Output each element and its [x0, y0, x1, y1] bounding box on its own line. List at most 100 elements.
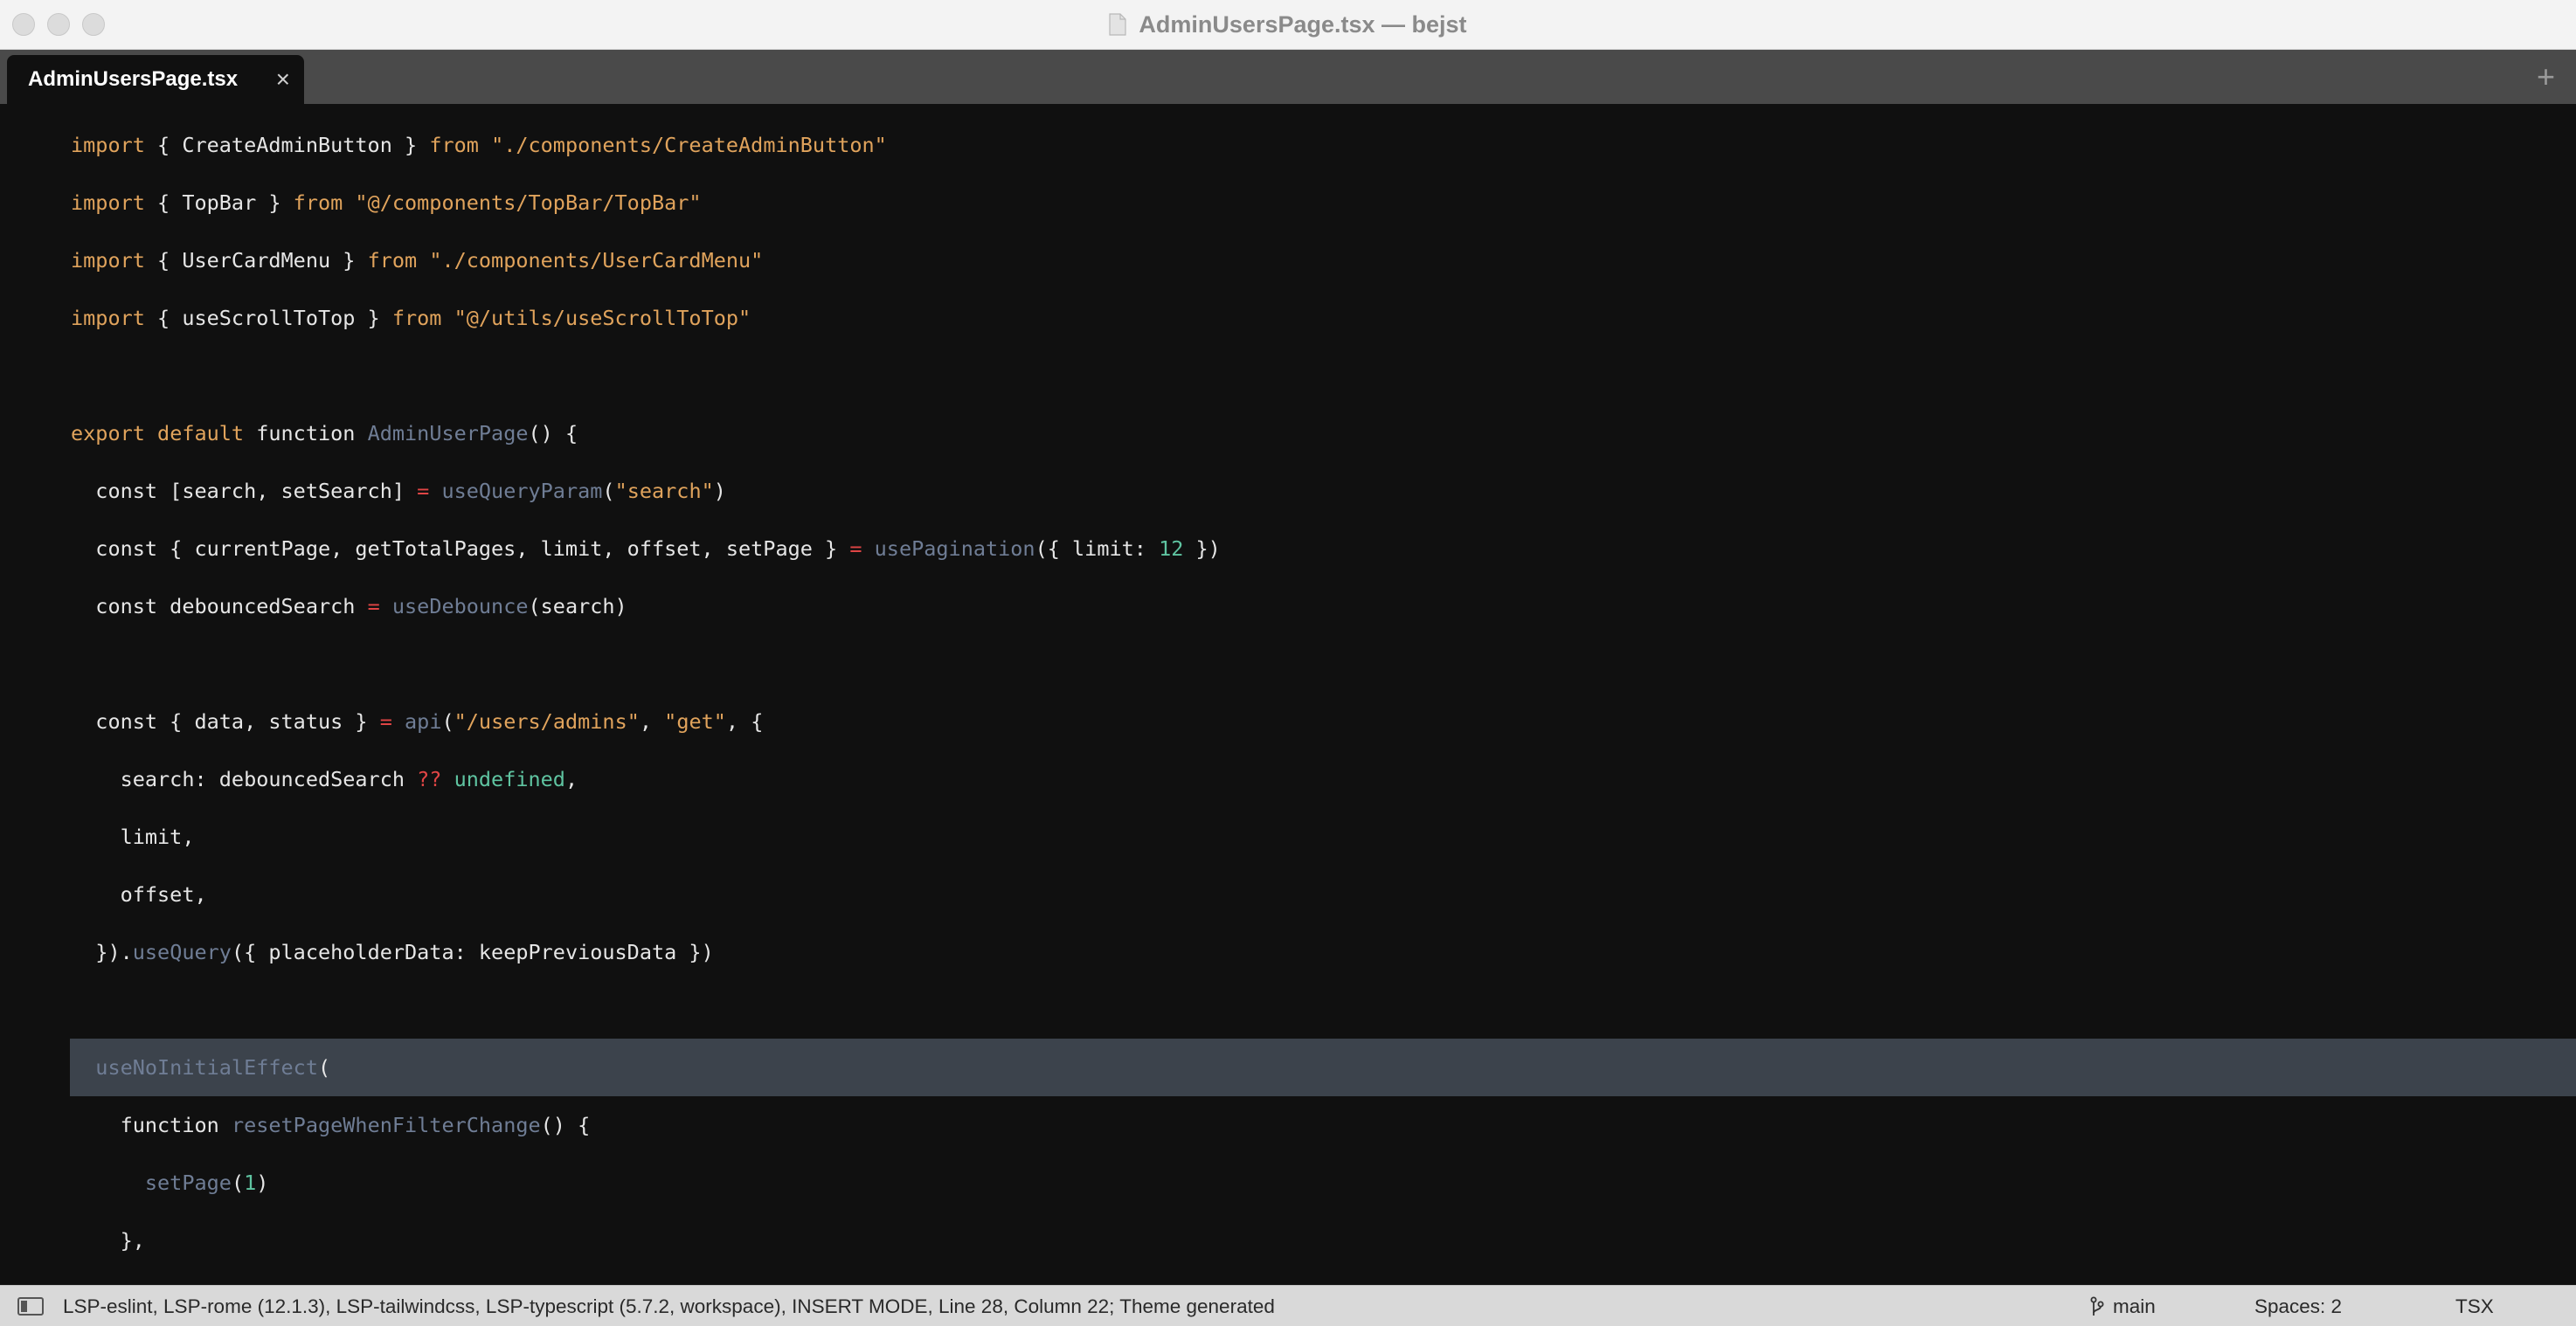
code-token: { UserCardMenu }: [144, 248, 368, 273]
code-line[interactable]: setPage(1): [0, 1154, 2576, 1212]
code-line[interactable]: [search, status]: [0, 1269, 2576, 1285]
code-token: (: [602, 479, 615, 503]
code-token: ,: [639, 709, 665, 734]
code-line[interactable]: }).useQuery({ placeholderData: keepPrevi…: [0, 923, 2576, 981]
code-token: undefined: [454, 767, 565, 791]
code-line-text: const { currentPage, getTotalPages, limi…: [71, 520, 1221, 577]
code-line-text: const { data, status } = api("/users/adm…: [71, 693, 763, 750]
code-line-text: limit,: [71, 808, 195, 866]
code-line[interactable]: const debouncedSearch = useDebounce(sear…: [0, 577, 2576, 635]
code-line[interactable]: import { TopBar } from "@/components/Top…: [0, 174, 2576, 231]
code-token: "@/utils/useScrollToTop": [454, 306, 751, 330]
code-line-text: }).useQuery({ placeholderData: keepPrevi…: [71, 923, 714, 981]
code-token: const { currentPage, getTotalPages, limi…: [71, 536, 850, 561]
code-token: import: [71, 248, 145, 273]
code-token: ,: [564, 767, 578, 791]
code-line-text: search: debouncedSearch ?? undefined,: [71, 750, 578, 808]
git-branch[interactable]: main: [2090, 1286, 2156, 1326]
code-token: function: [71, 1113, 232, 1137]
code-token: { useScrollToTop }: [144, 306, 392, 330]
new-tab-icon[interactable]: +: [2537, 50, 2555, 104]
code-token: usePagination: [874, 536, 1035, 561]
indentation-setting[interactable]: Spaces: 2: [2254, 1286, 2342, 1326]
code-line[interactable]: const [search, setSearch] = useQueryPara…: [0, 462, 2576, 520]
code-token: from: [293, 190, 343, 215]
code-token: (: [231, 1171, 245, 1195]
current-line-highlight: [70, 1039, 2576, 1096]
code-token: ): [256, 1171, 269, 1195]
editor-window: AdminUsersPage.tsx — bejst AdminUsersPag…: [0, 0, 2576, 1326]
code-line[interactable]: useNoInitialEffect(: [0, 1039, 2576, 1096]
code-line[interactable]: limit,: [0, 808, 2576, 866]
code-token: 1: [244, 1171, 257, 1195]
code-line[interactable]: import { UserCardMenu } from "./componen…: [0, 231, 2576, 289]
code-token: import: [71, 190, 145, 215]
code-token: from: [391, 306, 442, 330]
code-token: from: [429, 133, 479, 157]
code-token: , {: [725, 709, 764, 734]
code-token: ({ limit:: [1035, 536, 1160, 561]
code-token: offset,: [71, 882, 207, 907]
window-title: AdminUsersPage.tsx — bejst: [1139, 10, 1467, 38]
code-token: =: [417, 479, 430, 503]
code-line[interactable]: import { useScrollToTop } from "@/utils/…: [0, 289, 2576, 347]
code-token: { TopBar }: [144, 190, 294, 215]
status-bar: LSP-eslint, LSP-rome (12.1.3), LSP-tailw…: [0, 1285, 2576, 1326]
code-line-text: const debouncedSearch = useDebounce(sear…: [71, 577, 627, 635]
code-line[interactable]: export default function AdminUserPage() …: [0, 404, 2576, 462]
close-tab-icon[interactable]: ×: [276, 55, 290, 104]
code-token: 12: [1159, 536, 1184, 561]
code-line[interactable]: import { CreateAdminButton } from "./com…: [0, 116, 2576, 174]
status-text: LSP-eslint, LSP-rome (12.1.3), LSP-tailw…: [63, 1295, 1275, 1317]
code-line[interactable]: [0, 981, 2576, 1039]
code-token: () {: [540, 1113, 591, 1137]
code-line-text: import { TopBar } from "@/components/Top…: [71, 174, 702, 231]
code-line[interactable]: const { currentPage, getTotalPages, limi…: [0, 520, 2576, 577]
code-token: import: [71, 133, 145, 157]
code-line[interactable]: const { data, status } = api("/users/adm…: [0, 693, 2576, 750]
syntax-setting[interactable]: TSX: [2455, 1286, 2494, 1326]
code-line[interactable]: offset,: [0, 866, 2576, 923]
code-token: ({ placeholderData: keepPreviousData }): [231, 940, 714, 964]
code-token: search: debouncedSearch: [71, 767, 418, 791]
code-token: =: [367, 594, 380, 618]
code-token: import: [71, 306, 145, 330]
tab-adminuserspage[interactable]: AdminUsersPage.tsx ×: [7, 55, 304, 104]
code-line[interactable]: search: debouncedSearch ?? undefined,: [0, 750, 2576, 808]
code-line-text: },: [71, 1212, 145, 1269]
branch-name: main: [2113, 1295, 2156, 1317]
code-token: const debouncedSearch: [71, 594, 368, 618]
code-token: function: [244, 421, 368, 445]
code-token: default: [157, 421, 245, 445]
title-bar: AdminUsersPage.tsx — bejst: [0, 0, 2576, 50]
file-icon: [1109, 13, 1127, 36]
code-line-text: import { UserCardMenu } from "./componen…: [71, 231, 763, 289]
code-token: { CreateAdminButton }: [144, 133, 430, 157]
code-token: "./components/UserCardMenu": [429, 248, 764, 273]
code-line[interactable]: },: [0, 1212, 2576, 1269]
code-editor[interactable]: import { CreateAdminButton } from "./com…: [0, 104, 2576, 1285]
code-line[interactable]: [0, 347, 2576, 404]
code-line-text: offset,: [71, 866, 207, 923]
branch-icon: [2090, 1296, 2104, 1316]
code-line[interactable]: [0, 635, 2576, 693]
code-token: "search": [614, 479, 714, 503]
code-token: (search): [528, 594, 627, 618]
sidebar-toggle-icon[interactable]: [17, 1297, 44, 1316]
code-token: (: [441, 709, 454, 734]
code-token: limit,: [71, 825, 195, 849]
code-token: useDebounce: [391, 594, 529, 618]
code-token: export: [71, 421, 145, 445]
code-token: }): [1183, 536, 1221, 561]
code-line[interactable]: function resetPageWhenFilterChange() {: [0, 1096, 2576, 1154]
code-token: }).: [71, 940, 133, 964]
